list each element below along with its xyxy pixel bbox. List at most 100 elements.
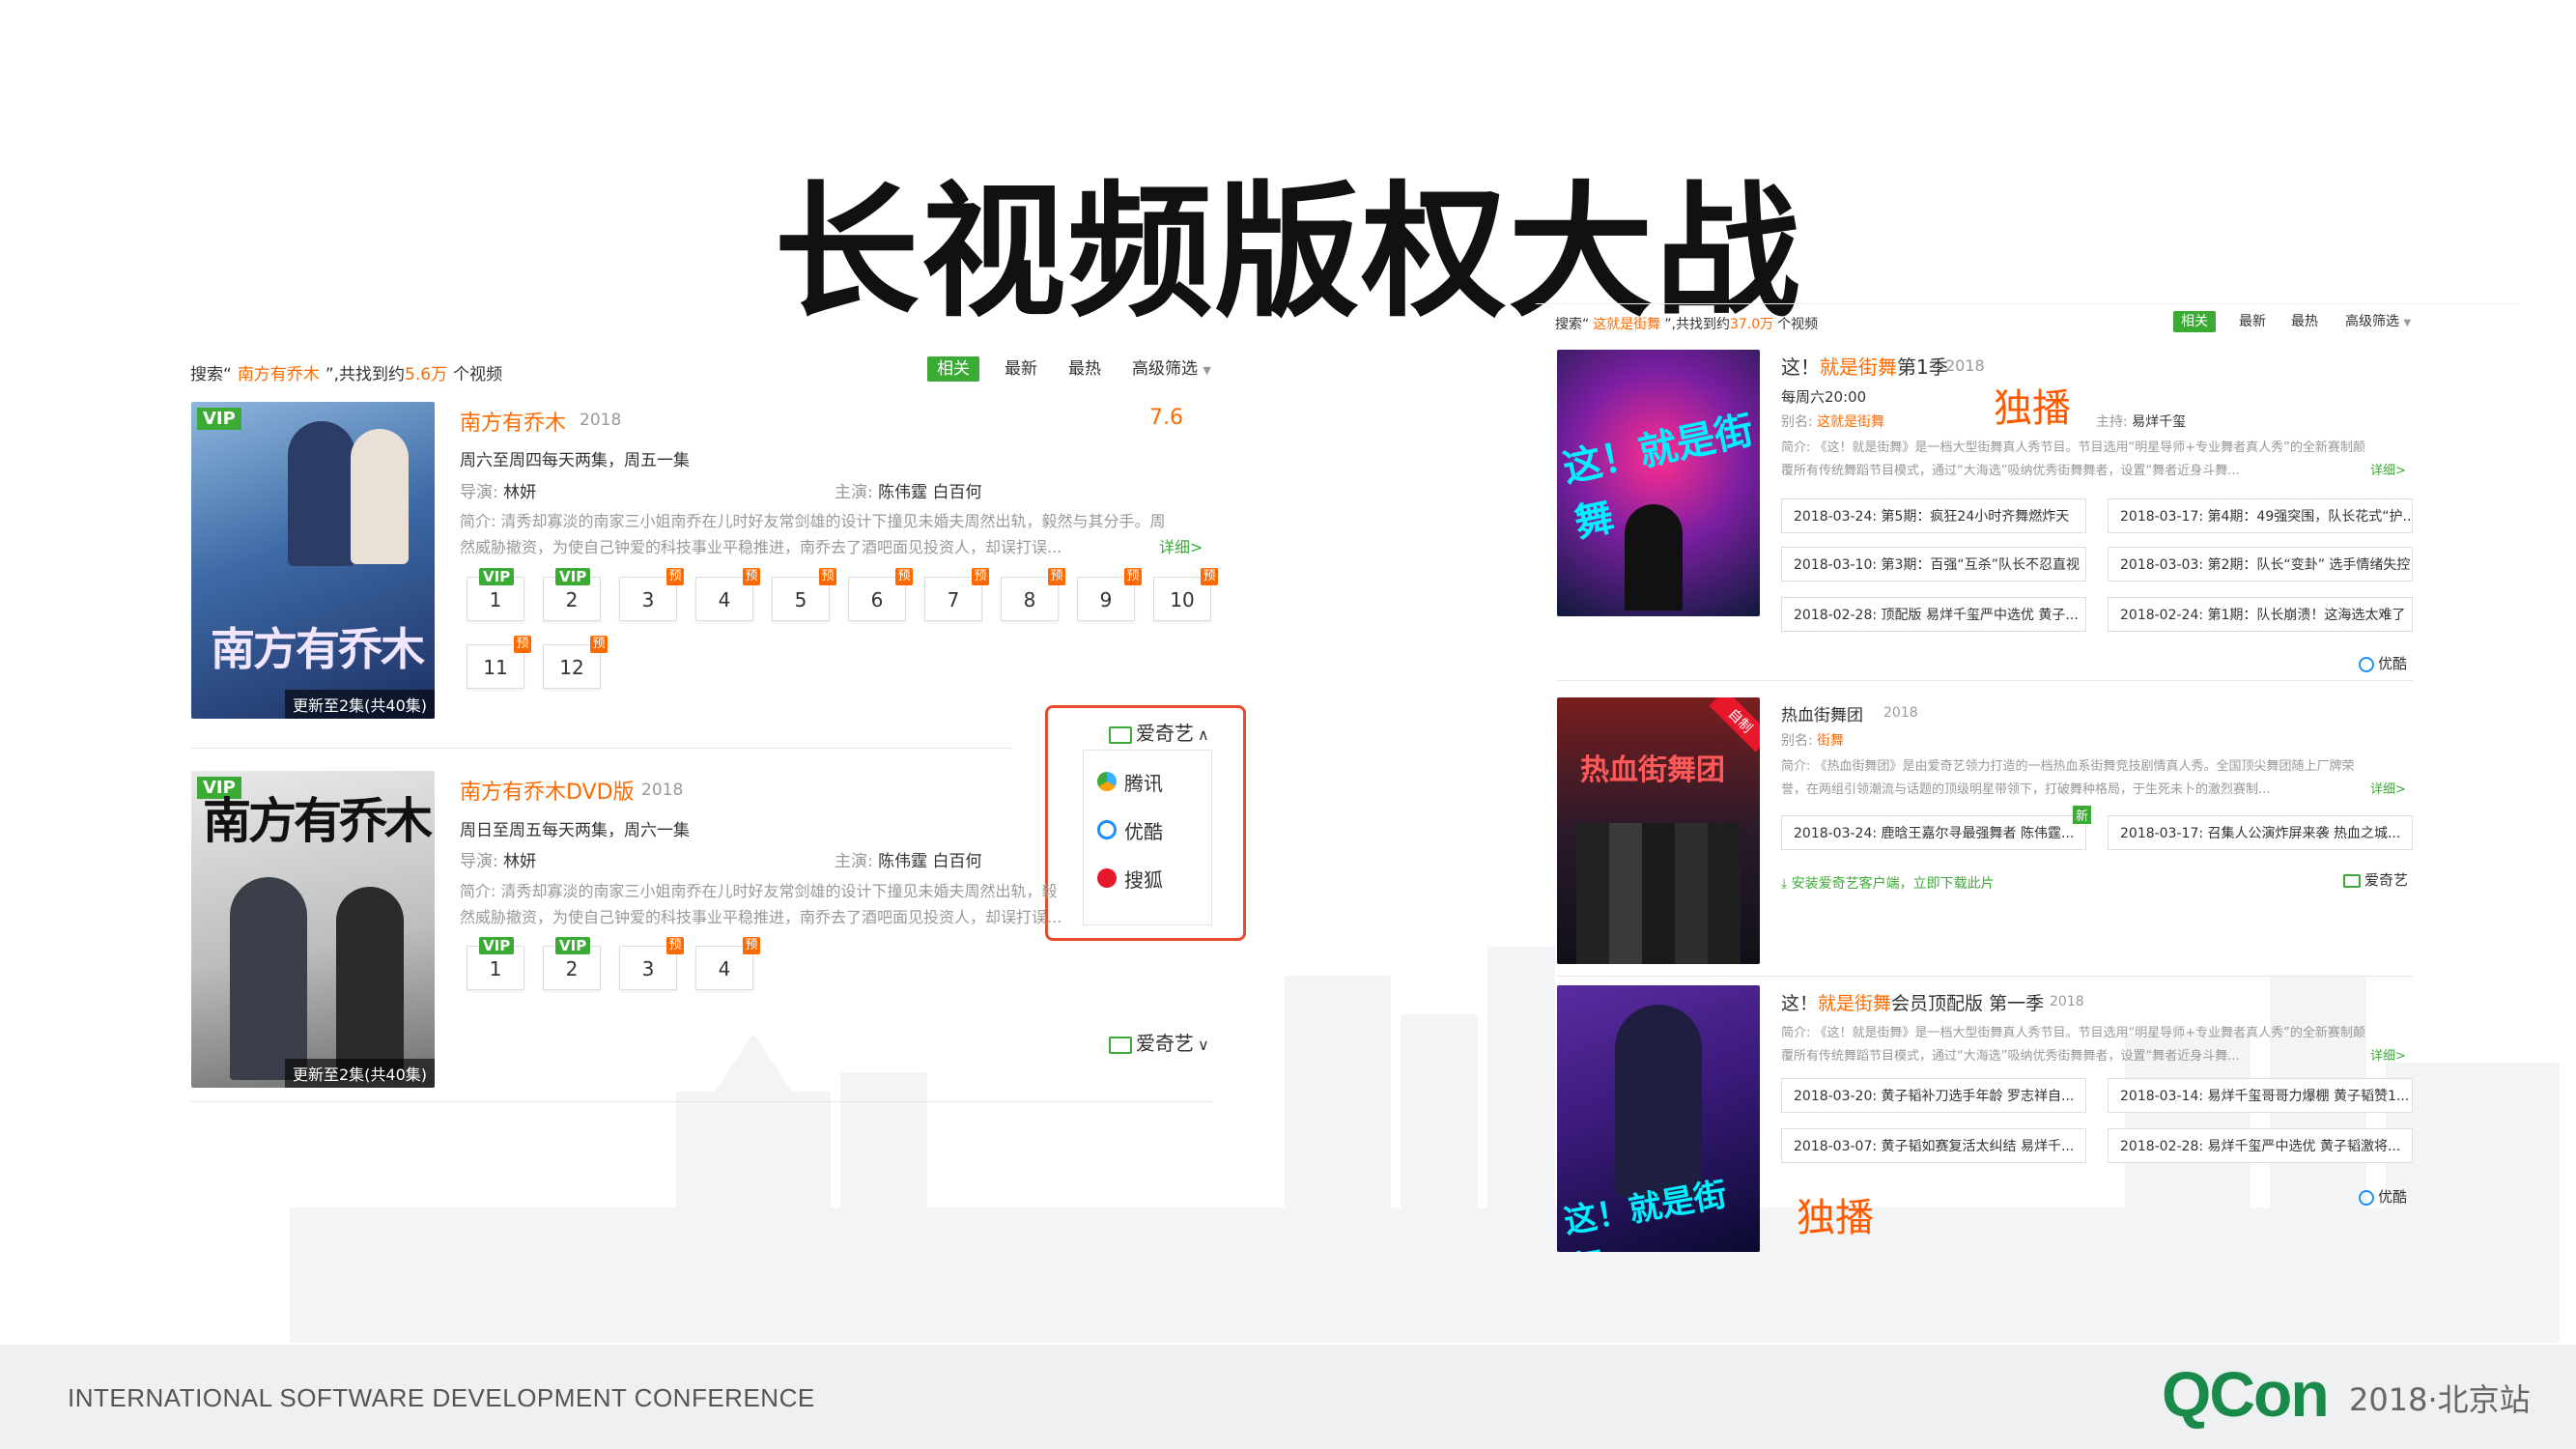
download-client-link[interactable]: ⤓ 安装爱奇艺客户端，立即下载此片 (1781, 873, 1995, 893)
episode-button[interactable]: 12 预 (543, 636, 608, 689)
result-divider (191, 748, 1012, 749)
episode-button[interactable]: 6预 (848, 568, 913, 621)
qcon-edition: 2018·北京站 (2349, 1381, 2531, 1418)
result-year: 2018 (641, 781, 684, 800)
episode-button[interactable]: 10 预 (1153, 568, 1218, 621)
episode-number: 12 (559, 656, 584, 679)
group-figures (1576, 823, 1741, 964)
poster-nanfang[interactable]: VIP 南方有乔木 更新至2集(共40集) (191, 402, 435, 719)
episode-item[interactable]: 2018-03-20: 黄子韬补刀选手年龄 罗志祥自... (1781, 1078, 2086, 1113)
result-title[interactable]: 热血街舞团 (1781, 701, 1863, 725)
filter-newest[interactable]: 最新 (2229, 311, 2276, 332)
vip-badge: VIP (479, 937, 515, 954)
iqiyi-icon (2343, 873, 2361, 888)
episode-number: 9 (1099, 588, 1113, 611)
filter-advanced[interactable]: 高级筛选 ▼ (1122, 356, 1221, 382)
episode-item[interactable]: 2018-03-10: 第3期：百强“互杀”队长不忍直视 (1781, 547, 2086, 582)
filter-relevant[interactable]: 相关 (927, 356, 979, 382)
episode-button[interactable]: 5预 (772, 568, 836, 621)
episode-button[interactable]: 4预 (695, 568, 760, 621)
source-option-youku[interactable]: 优酷 (1084, 807, 1209, 853)
result-director: 导演: 林妍 (460, 852, 537, 871)
result-title[interactable]: 这！就是街舞会员顶配版 第一季 (1781, 989, 2044, 1015)
result-title[interactable]: 这！就是街舞第1季 (1781, 352, 1948, 380)
episode-item[interactable]: 2018-02-24: 第1期：队长崩溃！这海选太难了 (2108, 597, 2413, 632)
search-term: 南方有乔木 (237, 365, 320, 384)
episode-item[interactable]: 2018-03-03: 第2期：队长“变卦” 选手情绪失控 (2108, 547, 2413, 582)
top-rule (1536, 303, 2521, 304)
preview-badge: 预 (819, 568, 836, 585)
filter-advanced[interactable]: 高级筛选 ▼ (2335, 311, 2420, 332)
episode-button[interactable]: 8预 (1001, 568, 1065, 621)
result-more-link[interactable]: 详细> (2370, 460, 2406, 478)
preview-badge: 预 (1124, 568, 1142, 585)
caret-down-icon: ▼ (2403, 318, 2412, 328)
youku-icon (1097, 820, 1117, 839)
episode-button[interactable]: 3预 (619, 937, 684, 990)
filter-newest[interactable]: 最新 (995, 356, 1047, 382)
result-year: 2018 (1883, 705, 1918, 721)
result-synopsis-line2: 覆所有传统舞蹈节目模式，通过“大海选”吸纳优秀街舞舞者，设置“舞者近身斗舞... (1781, 1049, 2240, 1064)
poster-street-dance[interactable]: 这！就是街舞 (1557, 350, 1760, 616)
source-option-tencent[interactable]: 腾讯 (1084, 758, 1209, 805)
episode-button[interactable]: 1 VIP (467, 568, 524, 621)
result-divider (1557, 976, 2413, 977)
filter-hottest[interactable]: 最热 (1059, 356, 1111, 382)
episode-button[interactable]: 2 VIP (543, 937, 601, 990)
result-title[interactable]: 南方有乔木 (460, 406, 566, 437)
episode-button[interactable]: 7预 (924, 568, 989, 621)
actress-figure (336, 887, 404, 1080)
sohu-icon (1097, 868, 1117, 888)
poster-caption: 更新至2集(共40集) (284, 1059, 435, 1088)
conference-name: INTERNATIONAL SOFTWARE DEVELOPMENT CONFE… (68, 1383, 815, 1412)
episode-button[interactable]: 9预 (1077, 568, 1142, 621)
source-option-sohu[interactable]: 搜狐 (1084, 855, 1209, 901)
poster-street-dance-vip[interactable]: 这！就是街舞 (1557, 985, 1760, 1252)
youku-icon (2359, 656, 2374, 672)
filter-hottest[interactable]: 最热 (2281, 311, 2328, 332)
episode-button[interactable]: 1 VIP (467, 937, 524, 990)
episode-number: 2 (565, 588, 579, 611)
source-selector[interactable]: 爱奇艺 (2343, 869, 2408, 890)
episode-item[interactable]: 2018-02-28: 易烊千玺严中选优 黄子韬激将... (2108, 1128, 2413, 1163)
episode-item[interactable]: 2018-03-14: 易烊千玺哥哥力爆棚 黄子韬赞1... (2108, 1078, 2413, 1113)
episode-number: 10 (1170, 588, 1195, 611)
result-synopsis-line1: 简介: 《这！就是街舞》是一档大型街舞真人秀节目。节目选用“明星导师+专业舞者真… (1781, 440, 2365, 455)
episode-item[interactable]: 2018-03-24: 第5期：疯狂24小时齐舞燃炸天 (1781, 498, 2086, 533)
result-alias: 别名: 街舞 (1781, 733, 1845, 749)
result-more-link[interactable]: 详细> (2370, 1045, 2406, 1064)
result-divider (191, 1101, 1213, 1102)
result-more-link[interactable]: 详细> (1159, 534, 1203, 557)
result-synopsis-line2: 覆所有传统舞蹈节目模式，通过“大海选”吸纳优秀街舞舞者，设置“舞者近身斗舞... (1781, 464, 2240, 478)
result-schedule: 每周六20:00 (1781, 388, 1867, 406)
result-title[interactable]: 南方有乔木DVD版 (460, 775, 635, 806)
source-selector[interactable]: 优酷 (2359, 653, 2407, 673)
episode-item[interactable]: 2018-02-28: 顶配版 易烊千玺严中选优 黄子... (1781, 597, 2086, 632)
youku-icon (2359, 1189, 2374, 1206)
result-synopsis-line2: 然威胁撤资，为使自己钟爱的科技事业平稳推进，南乔去了酒吧面见投资人，却误打误..… (460, 538, 1062, 556)
preview-badge: 预 (743, 568, 760, 585)
vip-badge: VIP (555, 568, 591, 585)
source-selector[interactable]: 爱奇艺 ∨ (1109, 1028, 1209, 1056)
vip-badge: VIP (479, 568, 515, 585)
filter-relevant[interactable]: 相关 (2173, 311, 2216, 332)
preview-badge: 预 (666, 937, 684, 954)
result-more-link[interactable]: 详细> (2370, 779, 2406, 797)
episode-item[interactable]: 2018-03-17: 召集人公演炸屏来袭 热血之城... (2108, 815, 2413, 850)
qcon-logo: QCon (2162, 1358, 2330, 1430)
poster-hot-blood-dance[interactable]: 自制 热血街舞团 (1557, 697, 1760, 964)
episode-button[interactable]: 2 VIP (543, 568, 601, 621)
episode-button[interactable]: 4预 (695, 937, 760, 990)
result-cast: 主演: 陈伟霆 白百何 (835, 483, 982, 502)
episode-item[interactable]: 2018-03-24: 鹿晗王嘉尔寻最强舞者 陈伟霆... (1781, 815, 2086, 850)
episode-number: 3 (641, 588, 655, 611)
preview-badge: 预 (1048, 568, 1065, 585)
host-figure (1615, 1005, 1702, 1198)
preview-badge: 预 (743, 937, 760, 954)
poster-nanfang-dvd[interactable]: VIP 南方有乔木 更新至2集(共40集) (191, 771, 435, 1088)
episode-button[interactable]: 11 预 (467, 636, 531, 689)
episode-button[interactable]: 3预 (619, 568, 684, 621)
episode-item[interactable]: 2018-03-07: 黄子韬如赛复活太纠结 易烊千... (1781, 1128, 2086, 1163)
episode-item[interactable]: 2018-03-17: 第4期：49强突围，队长花式“护... (2108, 498, 2413, 533)
source-selector[interactable]: 优酷 (2359, 1186, 2407, 1207)
